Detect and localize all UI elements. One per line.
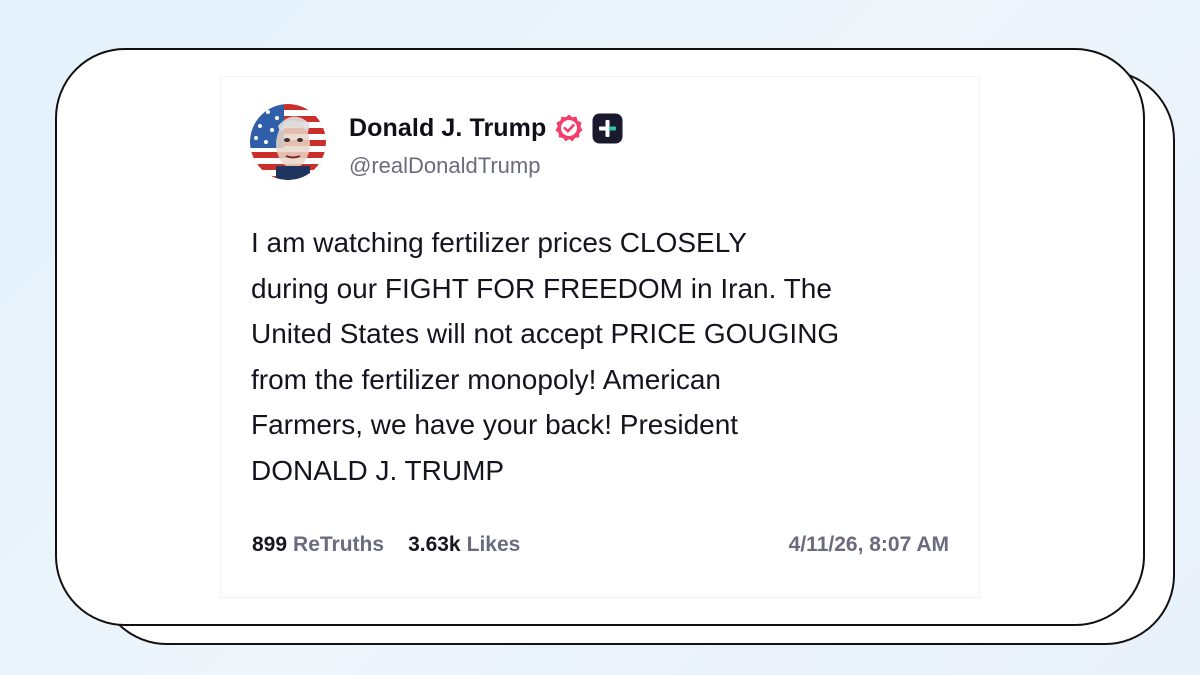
avatar[interactable]: [250, 104, 326, 180]
likes-stat[interactable]: 3.63k Likes: [408, 533, 520, 557]
verified-badge-icon: [555, 114, 583, 142]
retruths-count: 899: [252, 533, 288, 556]
author-handle[interactable]: @realDonaldTrump: [349, 153, 540, 179]
likes-count: 3.63k: [408, 533, 461, 556]
author-display-name[interactable]: Donald J. Trump: [349, 114, 546, 143]
retruths-stat[interactable]: 899 ReTruths: [252, 533, 384, 557]
plus-badge-icon: [592, 113, 623, 143]
post-stats: 899 ReTruths 3.63k Likes: [252, 533, 520, 557]
author-name-row: Donald J. Trump: [349, 110, 623, 146]
post-body-text: I am watching fertilizer prices CLOSELY …: [251, 227, 840, 486]
retruths-label: ReTruths: [293, 533, 385, 556]
post-card: Donald J. Trump @realDonaldTrump I am wa…: [221, 77, 979, 597]
likes-label: Likes: [466, 533, 521, 556]
avatar-image: [250, 104, 326, 180]
post-timestamp[interactable]: 4/11/26, 8:07 AM: [789, 533, 949, 557]
